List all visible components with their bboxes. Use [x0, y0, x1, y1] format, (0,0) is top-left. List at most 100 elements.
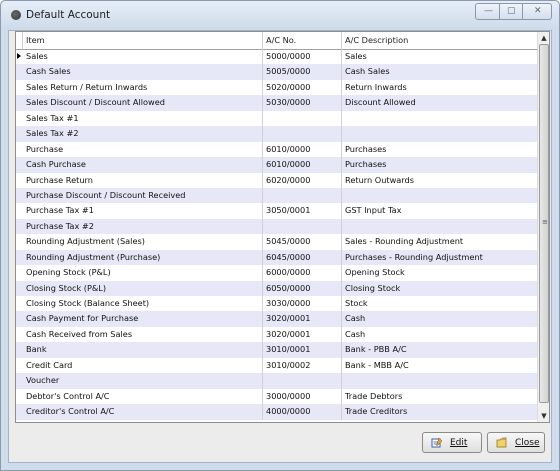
table-row[interactable]: Bank 3010/0001 Bank - PBB A/C: [16, 342, 537, 358]
cell-item[interactable]: Sales Discount / Discount Allowed: [23, 95, 263, 111]
cell-item[interactable]: Purchase: [23, 141, 263, 158]
row-indicator[interactable]: [16, 173, 23, 188]
cell-ac-no[interactable]: [263, 218, 342, 235]
title-bar[interactable]: Default Account — ▢ ✕: [1, 1, 559, 30]
table-row[interactable]: Purchase Discount / Discount Received: [16, 187, 537, 204]
row-indicator[interactable]: [16, 188, 23, 203]
column-header-item[interactable]: Item: [23, 32, 263, 49]
cell-ac-no[interactable]: 6050/0000: [263, 280, 342, 296]
cell-item[interactable]: Purchase Tax #1: [23, 203, 263, 219]
table-row[interactable]: Closing Stock (Balance Sheet) 3030/0000 St…: [16, 296, 537, 312]
row-indicator[interactable]: [16, 95, 23, 110]
cell-ac-description[interactable]: Opening Stock: [342, 265, 537, 280]
cell-item[interactable]: Credit Card: [23, 357, 263, 374]
row-indicator[interactable]: [16, 126, 23, 141]
row-indicator[interactable]: [16, 142, 23, 157]
cell-ac-description[interactable]: Discount Allowed: [342, 95, 537, 110]
cell-ac-description[interactable]: Stock: [342, 296, 537, 311]
table-row[interactable]: Rounding Adjustment (Sales) 5045/0000 Sale…: [16, 234, 537, 250]
table-row[interactable]: Opening Stock (P&L) 6000/0000 Opening Stoc…: [16, 265, 537, 281]
row-indicator[interactable]: [16, 64, 23, 79]
column-header-ac-description[interactable]: A/C Description: [342, 32, 537, 49]
row-indicator[interactable]: [16, 219, 23, 234]
scrollbar-thumb[interactable]: ≡: [539, 44, 549, 403]
table-row[interactable]: Sales Discount / Discount Allowed 5030/00…: [16, 95, 537, 111]
cell-item[interactable]: Closing Stock (Balance Sheet): [23, 296, 263, 312]
cell-ac-description[interactable]: Return Inwards: [342, 80, 537, 95]
cell-ac-description[interactable]: [342, 111, 537, 126]
window-close-button[interactable]: ✕: [522, 3, 552, 20]
table-row[interactable]: Sales Tax #1: [16, 110, 537, 127]
cell-ac-no[interactable]: [263, 373, 342, 389]
cell-ac-no[interactable]: 6010/0000: [263, 157, 342, 173]
scroll-up-arrow-icon[interactable]: ▲: [538, 32, 549, 44]
row-indicator[interactable]: [16, 250, 23, 265]
row-indicator[interactable]: [16, 265, 23, 280]
vertical-scrollbar[interactable]: ▲ ≡ ▼: [537, 32, 549, 422]
column-header-ac-no[interactable]: A/C No.: [263, 32, 342, 49]
cell-ac-no[interactable]: 5045/0000: [263, 234, 342, 250]
table-row[interactable]: Voucher: [16, 373, 537, 389]
table-row[interactable]: Cash Payment for Purchase 3020/0001 Cash: [16, 311, 537, 327]
cell-ac-no[interactable]: [263, 110, 342, 127]
cell-ac-description[interactable]: Sales - Rounding Adjustment: [342, 234, 537, 249]
row-indicator[interactable]: [16, 342, 23, 357]
row-indicator[interactable]: [16, 311, 23, 326]
cell-ac-description[interactable]: Cash: [342, 311, 537, 326]
cell-item[interactable]: Sales: [23, 49, 263, 65]
row-indicator[interactable]: [16, 111, 23, 126]
cell-ac-description[interactable]: [342, 188, 537, 203]
cell-ac-description[interactable]: Bank - MBB A/C: [342, 358, 537, 373]
cell-item[interactable]: Bank: [23, 342, 263, 358]
cell-ac-no[interactable]: 3020/0001: [263, 326, 342, 343]
scroll-down-arrow-icon[interactable]: ▼: [538, 410, 549, 422]
row-indicator[interactable]: [16, 157, 23, 172]
cell-item[interactable]: Sales Tax #1: [23, 110, 263, 127]
table-row[interactable]: Credit Card 3010/0002 Bank - MBB A/C: [16, 357, 537, 374]
row-indicator[interactable]: [16, 296, 23, 311]
cell-item[interactable]: Cash Sales: [23, 64, 263, 80]
cell-ac-description[interactable]: Sales: [342, 49, 537, 64]
cell-item[interactable]: Rounding Adjustment (Purchase): [23, 249, 263, 266]
cell-item[interactable]: Closing Stock (P&L): [23, 280, 263, 296]
cell-ac-description[interactable]: [342, 373, 537, 388]
cell-ac-description[interactable]: [342, 126, 537, 141]
cell-item[interactable]: Sales Return / Return Inwards: [23, 79, 263, 96]
cell-ac-description[interactable]: Purchases - Rounding Adjustment: [342, 250, 537, 265]
cell-ac-description[interactable]: Cash Sales: [342, 64, 537, 79]
cell-item[interactable]: Purchase Tax #2: [23, 218, 263, 235]
cell-ac-no[interactable]: [263, 126, 342, 142]
cell-ac-description[interactable]: Bank - PBB A/C: [342, 342, 537, 357]
cell-item[interactable]: Cash Purchase: [23, 157, 263, 173]
table-row[interactable]: Cash Sales 5005/0000 Cash Sales: [16, 64, 537, 80]
cell-ac-no[interactable]: 6010/0000: [263, 141, 342, 158]
table-row[interactable]: Sales 5000/0000 Sales: [16, 49, 537, 65]
row-indicator[interactable]: [16, 234, 23, 249]
cell-ac-description[interactable]: Trade Creditors: [342, 404, 537, 419]
cell-ac-description[interactable]: Return Outwards: [342, 173, 537, 188]
minimize-button[interactable]: —: [475, 3, 500, 20]
cell-item[interactable]: Debtor's Control A/C: [23, 388, 263, 405]
table-row[interactable]: Cash Purchase 6010/0000 Purchases: [16, 157, 537, 173]
cell-item[interactable]: Opening Stock (P&L): [23, 265, 263, 281]
cell-ac-description[interactable]: GST Input Tax: [342, 203, 537, 218]
row-indicator[interactable]: [16, 373, 23, 388]
table-row[interactable]: Sales Return / Return Inwards 5020/0000 Re…: [16, 79, 537, 96]
table-row[interactable]: Purchase Tax #2: [16, 218, 537, 235]
table-row[interactable]: Closing Stock (P&L) 6050/0000 Closing Stoc…: [16, 280, 537, 296]
cell-item[interactable]: Cash Received from Sales: [23, 326, 263, 343]
cell-ac-description[interactable]: Closing Stock: [342, 281, 537, 296]
row-indicator[interactable]: [16, 327, 23, 342]
cell-ac-no[interactable]: 5030/0000: [263, 95, 342, 111]
close-button[interactable]: Close: [487, 432, 545, 453]
cell-ac-no[interactable]: 4000/0000: [263, 404, 342, 420]
cell-ac-no[interactable]: 5020/0000: [263, 79, 342, 96]
row-indicator[interactable]: [16, 389, 23, 404]
cell-item[interactable]: Creditor's Control A/C: [23, 404, 263, 420]
cell-item[interactable]: Cash Payment for Purchase: [23, 311, 263, 327]
table-row[interactable]: Debtor's Control A/C 3000/0000 Trade Debto…: [16, 388, 537, 405]
row-indicator[interactable]: [16, 404, 23, 419]
cell-ac-description[interactable]: Cash: [342, 327, 537, 342]
table-row[interactable]: Purchase Tax #1 3050/0001 GST Input Tax: [16, 203, 537, 219]
cell-item[interactable]: Purchase Discount / Discount Received: [23, 187, 263, 204]
